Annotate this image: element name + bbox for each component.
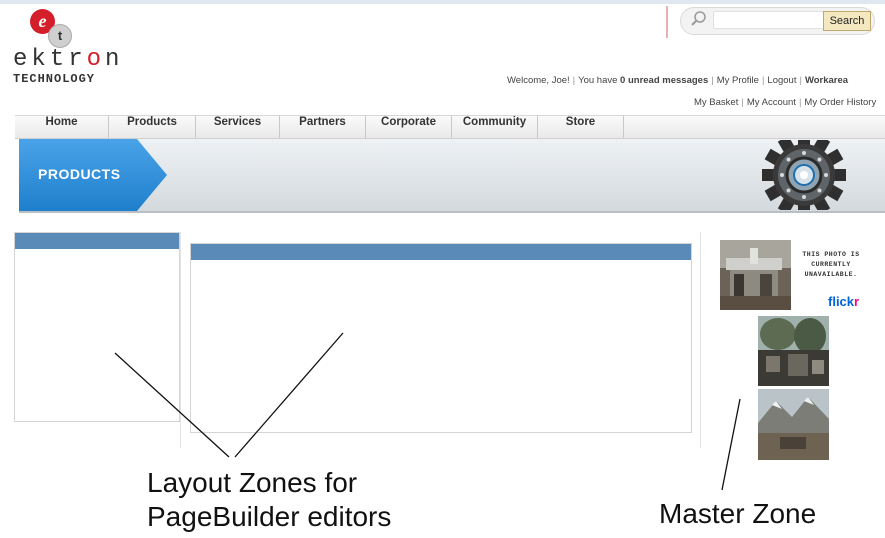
zone-divider [180,232,181,448]
search-icon [691,11,706,26]
unread-messages-link[interactable]: 0 unread messages [620,75,708,86]
nav-item-services[interactable]: Services [196,116,280,138]
nav-item-home[interactable]: Home [15,116,109,138]
my-order-history-link[interactable]: My Order History [804,97,876,108]
logo-wordmark[interactable]: ektron [13,46,124,73]
logo-subtitle: TECHNOLOGY [13,72,96,86]
my-account-link[interactable]: My Account [747,97,796,108]
annotation-line: PageBuilder editors [147,501,392,532]
annotation-line: Layout Zones for [147,467,358,498]
nav-item-corporate[interactable]: Corporate [366,116,452,138]
logo-word-accent: o [86,46,106,73]
logo-word-part: ektr [13,46,87,73]
logout-link[interactable]: Logout [767,75,796,86]
flickr-logo-accent: r [854,294,860,309]
logo-t-badge: t [48,24,72,48]
search-button[interactable]: Search [823,11,871,31]
workarea-link[interactable]: Workarea [805,75,848,86]
gear-image [762,140,846,210]
welcome-text: Welcome, Joe! [507,75,570,86]
photo-unavailable-line: THIS PHOTO IS [802,251,860,258]
search-input[interactable] [713,11,825,29]
annotation-master-zone: Master Zone [659,498,817,529]
commerce-links-bar: My Basket | My Account | My Order History [694,97,877,108]
nav-item-partners[interactable]: Partners [280,116,366,138]
my-basket-link[interactable]: My Basket [694,97,738,108]
my-profile-link[interactable]: My Profile [717,75,759,86]
zone-divider [700,232,701,448]
photo-unavailable-line: UNAVAILABLE. [804,271,858,278]
layout-zone-left-header [15,233,179,249]
logo-word-part: n [105,46,124,73]
main-nav: Home Products Services Partners Corporat… [15,115,885,139]
photo-unavailable-text: THIS PHOTO IS CURRENTLY UNAVAILABLE. [798,250,864,280]
top-border [0,0,885,4]
layout-zone-main-header [191,244,691,260]
user-info-bar: Welcome, Joe! | You have 0 unread messages… [507,75,849,86]
search-divider [666,6,668,38]
nav-item-products[interactable]: Products [109,116,196,138]
nav-item-store[interactable]: Store [538,116,624,138]
photo-mountain[interactable] [758,389,829,460]
photo-kitchen[interactable] [720,240,791,310]
flickr-logo[interactable]: flickr [828,294,859,309]
flickr-logo-part: flick [828,294,855,309]
annotation-layout-zones: Layout Zones for PageBuilder editors [147,466,391,534]
nav-item-community[interactable]: Community [452,116,538,138]
messages-prefix: You have [578,75,621,86]
banner-title: PRODUCTS [38,166,121,182]
photo-garden[interactable] [758,316,829,386]
layout-zone-main[interactable] [190,243,692,433]
photo-unavailable-line: CURRENTLY [811,261,851,268]
layout-zone-left[interactable] [14,232,180,422]
